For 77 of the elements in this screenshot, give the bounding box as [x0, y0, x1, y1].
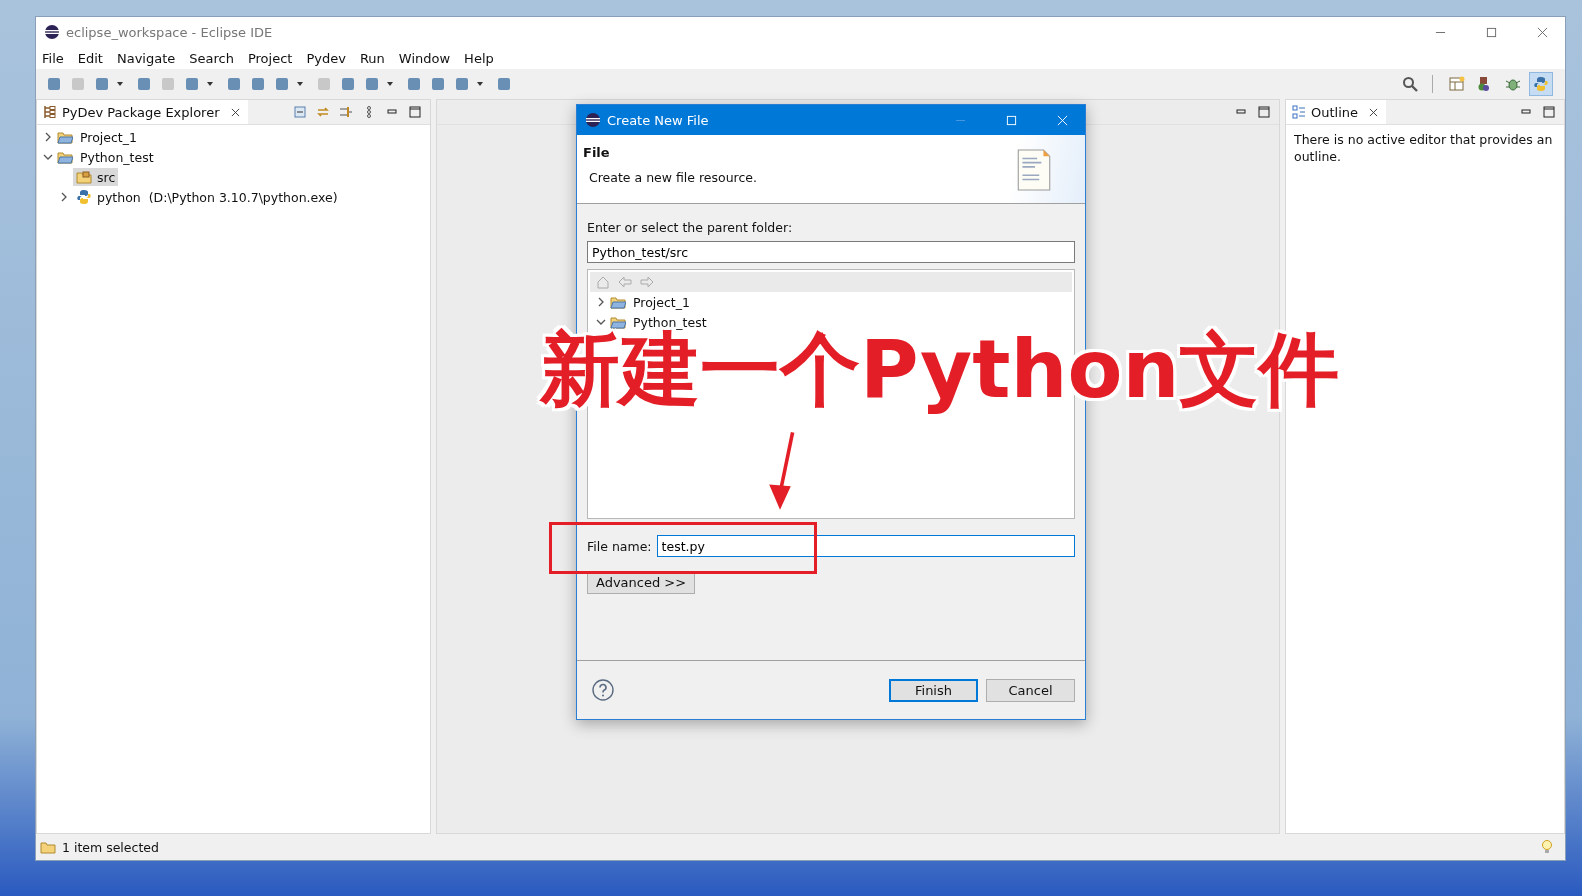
- forward-arrow-icon[interactable]: [640, 275, 654, 289]
- maximize-icon[interactable]: [1257, 105, 1271, 119]
- dialog-button[interactable]: Finish: [889, 678, 978, 702]
- file-name-label: File name:: [587, 538, 652, 554]
- menu-item[interactable]: Edit: [77, 50, 103, 66]
- toolbar-icon[interactable]: [454, 76, 470, 92]
- maximize-icon[interactable]: [1542, 105, 1556, 119]
- view-tab[interactable]: Outline: [1286, 100, 1387, 124]
- tree-item[interactable]: Project_1: [630, 293, 693, 311]
- close-icon[interactable]: [1369, 107, 1379, 117]
- python-logo-icon: [76, 189, 92, 205]
- project-folder-icon: [610, 294, 626, 310]
- source-folder-icon: [76, 169, 92, 185]
- outline-message: There is no active editor that provides an outline.: [1294, 131, 1554, 165]
- view-tab[interactable]: PyDev Package Explorer: [37, 100, 248, 124]
- bug-icon: [1505, 76, 1521, 92]
- filter-icon[interactable]: [339, 105, 353, 119]
- status-text: 1 item selected: [62, 839, 159, 855]
- menu-item[interactable]: Navigate: [116, 50, 176, 66]
- collapse-all-icon[interactable]: [293, 105, 307, 119]
- project-folder-icon: [57, 149, 73, 165]
- menu-item[interactable]: Help: [464, 50, 494, 66]
- maximize-icon[interactable]: [1486, 26, 1497, 38]
- toolbar-icon[interactable]: [406, 76, 422, 92]
- maximize-icon[interactable]: [408, 105, 422, 119]
- close-icon[interactable]: [230, 107, 240, 117]
- dropdown-caret-icon[interactable]: [386, 80, 394, 88]
- toolbar-icon[interactable]: [430, 76, 446, 92]
- window-title: eclipse_workspace - Eclipse IDE: [66, 24, 273, 40]
- parent-folder-field[interactable]: Python_test/src: [587, 241, 1075, 263]
- toolbar-icon[interactable]: [226, 76, 242, 92]
- toolbar-icon[interactable]: [136, 76, 152, 92]
- tree-item[interactable]: src: [73, 168, 119, 186]
- menu-item[interactable]: Window: [398, 50, 451, 66]
- dropdown-caret-icon[interactable]: [206, 80, 214, 88]
- dialog-title: Create New File: [607, 112, 709, 128]
- open-perspective-icon: [1449, 76, 1465, 92]
- package-tree-icon: [43, 105, 57, 119]
- menu-item[interactable]: Run: [359, 50, 385, 66]
- help-icon[interactable]: [592, 679, 614, 701]
- toolbar-icon[interactable]: [340, 76, 356, 92]
- back-arrow-icon[interactable]: [618, 275, 632, 289]
- dialog-description: Create a new file resource.: [588, 170, 757, 185]
- toolbar-icon[interactable]: [46, 76, 62, 92]
- toolbar-icon[interactable]: [364, 76, 380, 92]
- outline-icon: [1292, 105, 1306, 119]
- link-editor-icon[interactable]: [316, 105, 330, 119]
- toolbar-icon[interactable]: [274, 76, 290, 92]
- file-name-field[interactable]: test.py: [656, 535, 1075, 557]
- dropdown-caret-icon[interactable]: [116, 80, 124, 88]
- home-icon[interactable]: [596, 275, 610, 289]
- menu-item[interactable]: File: [42, 50, 64, 66]
- menu-item[interactable]: Search: [189, 50, 234, 66]
- menu-item[interactable]: Pydev: [306, 50, 346, 66]
- eclipse-logo-icon: [44, 24, 60, 40]
- dialog-heading: File: [583, 145, 611, 160]
- python-logo-icon: [1533, 76, 1549, 92]
- perspective-button[interactable]: [1529, 72, 1553, 96]
- project-folder-icon: [57, 129, 73, 145]
- document-icon: [1017, 149, 1051, 191]
- toolbar-icon[interactable]: [184, 76, 200, 92]
- toolbar-icon[interactable]: [250, 76, 266, 92]
- tree-item[interactable]: Python_test: [77, 148, 157, 166]
- menu-item[interactable]: Project: [247, 50, 293, 66]
- search-icon[interactable]: [1402, 76, 1418, 92]
- toolbar-icon[interactable]: [94, 76, 110, 92]
- eclipse-logo-icon: [585, 112, 601, 128]
- dropdown-caret-icon[interactable]: [296, 80, 304, 88]
- tree-item[interactable]: Project_1: [77, 128, 140, 146]
- lightbulb-icon[interactable]: [1539, 839, 1555, 855]
- tree-item[interactable]: python (D:\Python 3.10.7\python.exe): [73, 188, 341, 206]
- folder-icon: [40, 839, 56, 855]
- dropdown-caret-icon[interactable]: [476, 80, 484, 88]
- dialog-button[interactable]: Cancel: [986, 678, 1075, 702]
- parent-folder-label: Enter or select the parent folder:: [587, 220, 794, 235]
- toolbar-icon[interactable]: [496, 76, 512, 92]
- close-icon[interactable]: [1537, 26, 1548, 38]
